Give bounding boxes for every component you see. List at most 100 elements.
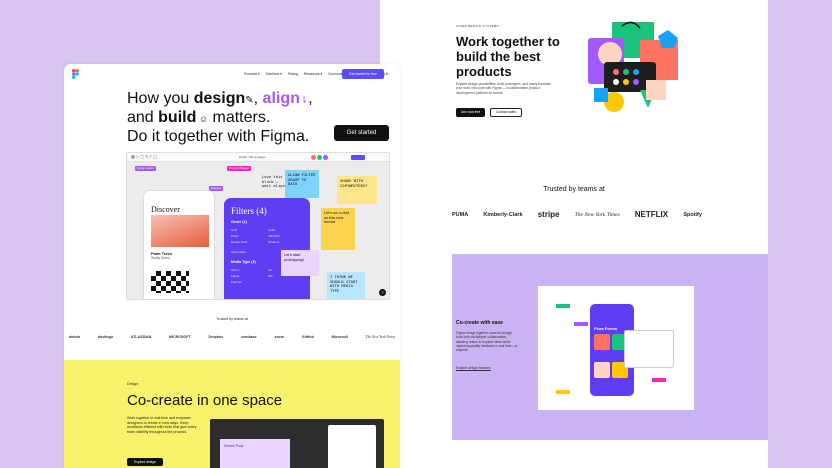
nav-resources[interactable]: Resources ▾	[304, 72, 322, 76]
hero-build-word: build	[158, 109, 197, 126]
eyebrow-label: FIGMA DESIGN SYSTEMS	[456, 24, 499, 28]
genre-heading: Genre (1)	[231, 220, 247, 224]
logo-stripe: stripe	[537, 210, 560, 219]
hero-line3: Do it together with Figma.	[127, 128, 310, 145]
sticky-note-purple[interactable]: Let's start prototyping!	[281, 250, 319, 276]
design-frame: World Post	[220, 439, 290, 468]
properties-panel	[328, 425, 376, 468]
get-started-button[interactable]: Get started	[334, 125, 389, 141]
hero-align-word: align	[262, 90, 300, 107]
cursor-tag	[574, 322, 588, 326]
logo-nyt: The New York Times	[574, 211, 620, 218]
avatar	[323, 155, 328, 160]
hero-text: How you	[127, 90, 194, 107]
design-window: World Post	[210, 419, 384, 468]
sticky-note-yellow[interactable]: Let's run a test on this new format	[321, 208, 355, 250]
explore-link[interactable]: Explore design features	[456, 366, 491, 370]
show-more-link[interactable]: Show More	[231, 250, 246, 254]
cursor-tag	[556, 304, 570, 308]
collab-tag: Product Manager	[227, 166, 251, 171]
media-option[interactable]: Art	[268, 268, 272, 272]
genre-option[interactable]: Arch	[231, 228, 237, 232]
genre-option[interactable]: Design Grid	[231, 240, 247, 244]
media-option[interactable]: Podcast	[231, 280, 242, 284]
logo-puma: PUMA	[452, 211, 469, 218]
section-heading: Co-create in one space	[127, 392, 283, 409]
explore-design-button[interactable]: Explore design	[127, 458, 163, 466]
hero-design-word: design	[193, 90, 246, 107]
media-option[interactable]: Album	[231, 268, 240, 272]
toolbar-icons[interactable]: ▦ ▷ ▢ ✎ T ◯	[131, 154, 157, 159]
co-create-description: Figma brings together powerful design to…	[456, 331, 518, 353]
filters-title: Filters (4)	[231, 206, 267, 216]
file-name: Drafts / Shop pages	[239, 155, 266, 159]
logo-spotify: Spotify	[683, 211, 702, 218]
nav-pricing[interactable]: Pricing	[288, 72, 298, 76]
figma-homepage: Products ▾ Solutions ▾ Pricing Resources…	[64, 64, 400, 468]
discover-phone: Discover Palm Trees Shelly Griest	[143, 190, 215, 299]
logo: coinbase	[241, 335, 257, 339]
co-create-title: Co-create with ease	[456, 320, 503, 326]
hero-headline: How you design✎, align⇂, and build ☺ mat…	[127, 90, 313, 145]
editor-toolbar: ▦ ▷ ▢ ✎ T ◯ Drafts / Shop pages	[127, 153, 389, 162]
frame-label: World Post	[224, 443, 244, 448]
logo: zoom	[274, 335, 284, 339]
logo: duolingo	[97, 335, 114, 339]
sticky-note-blue[interactable]: I THINK WE SHOULD START WITH MEDIA TYPE	[327, 272, 365, 299]
avatar	[311, 155, 316, 160]
background-page: FIGMA DESIGN SYSTEMS Work together to bu…	[380, 0, 768, 468]
hero-text: ,	[308, 90, 313, 107]
cursor-tag	[652, 378, 666, 382]
hero-text: matters.	[208, 109, 271, 126]
logo-row: airbnb duolingo ATLASSIAN MICROSOFT Drop…	[69, 335, 395, 339]
help-icon[interactable]: ?	[379, 289, 386, 296]
share-button[interactable]	[351, 155, 365, 160]
hero-text: ,	[253, 90, 263, 107]
logo-row: PUMA Kimberly-Clark stripe The New York …	[452, 210, 702, 219]
contact-sales-button[interactable]: Contact sales	[490, 108, 522, 117]
genre-option[interactable]: Color	[268, 228, 275, 232]
sticky-note-blue[interactable]: ALLOW FILTER GROUP TO DATA	[285, 170, 319, 198]
nav-products[interactable]: Products ▾	[244, 72, 260, 76]
logo: airbnb	[69, 335, 80, 339]
avatar	[317, 155, 322, 160]
genre-option[interactable]: All items	[268, 240, 279, 244]
logo: The New York Times	[365, 335, 395, 339]
nav-solutions[interactable]: Solutions ▾	[266, 72, 282, 76]
card-thumb	[594, 362, 610, 378]
section-eyebrow: Design	[127, 382, 139, 386]
card-thumb	[594, 334, 610, 350]
logo: GitHub	[301, 335, 314, 339]
genre-option[interactable]: Photo	[231, 234, 239, 238]
genre-option[interactable]: Still Pink	[268, 234, 280, 238]
figma-logo-icon[interactable]	[72, 69, 79, 79]
get-started-free-button[interactable]: Get started for free	[342, 69, 384, 79]
checker-artwork	[151, 271, 189, 293]
yellow-section: Design Co-create in one space Work toget…	[64, 360, 400, 468]
section-description: Work together in real time and empower d…	[127, 416, 197, 434]
trusted-label: Trusted by teams at	[543, 186, 605, 193]
media-option[interactable]: Figma	[231, 274, 239, 278]
item-author: Shelly Griest	[151, 256, 170, 260]
sticky-note-yellow[interactable]: SHARE WITH COPYWRITERS?	[337, 176, 377, 204]
logo: Dropbox	[208, 335, 224, 339]
hero-text: and	[127, 109, 159, 126]
join-button[interactable]: Join now free	[456, 108, 485, 117]
media-option[interactable]: Mix	[268, 274, 273, 278]
logo: ATLASSIAN	[130, 335, 152, 339]
collab-card: Flora Forms	[538, 286, 694, 410]
logo: Microsoft	[331, 335, 348, 339]
editor-mockup: ▦ ▷ ▢ ✎ T ◯ Drafts / Shop pages Design L…	[126, 152, 390, 300]
media-type-heading: Media Type (3)	[231, 260, 256, 264]
editor-canvas: Design Leader Product Manager Designer D…	[127, 162, 389, 299]
card-phone-title: Flora Forms	[594, 326, 618, 331]
smile-icon: ☺	[196, 114, 209, 124]
cursor-tag	[556, 390, 570, 394]
discover-title: Discover	[151, 205, 180, 214]
logo-netflix: NETFLIX	[634, 210, 669, 219]
shapes-illustration	[588, 21, 678, 112]
comment-panel	[624, 330, 674, 368]
top-nav: Products ▾ Solutions ▾ Pricing Resources…	[64, 64, 400, 84]
filters-phone: Filters (4) Genre (1) Arch Photo Design …	[224, 198, 310, 299]
pen-icon: ✎	[245, 95, 254, 106]
